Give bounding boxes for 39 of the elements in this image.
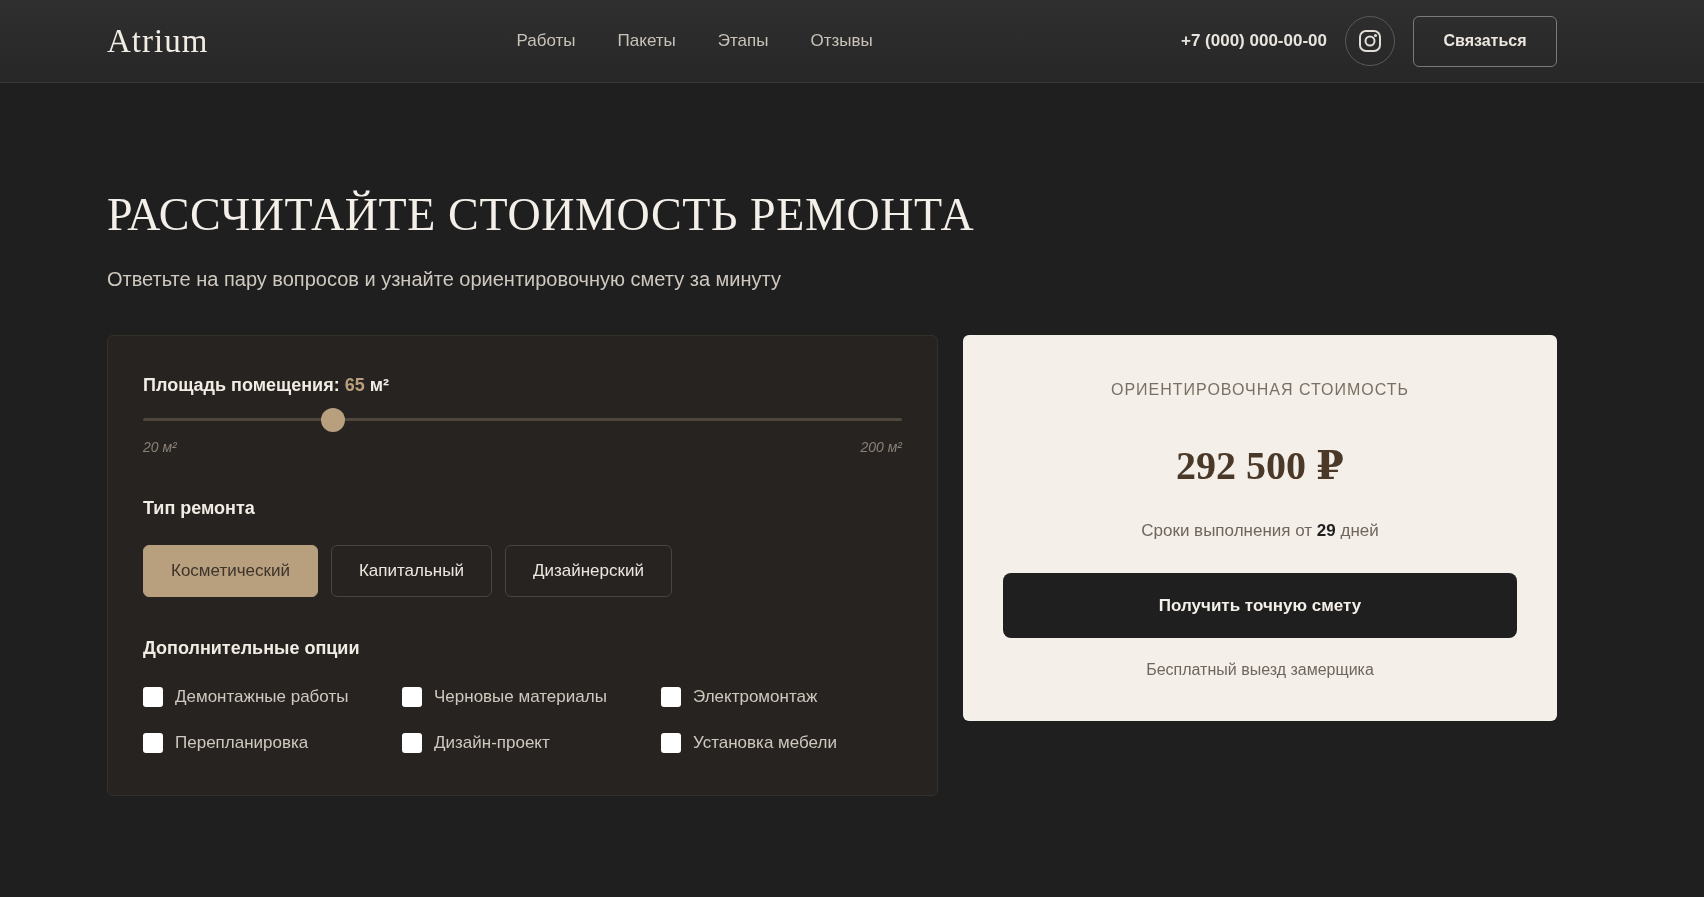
checkbox-label[interactable]: Электромонтаж <box>693 685 818 709</box>
extras-label: Дополнительные опции <box>143 637 361 660</box>
checkbox[interactable] <box>143 687 163 707</box>
checkbox-label[interactable]: Установка мебели <box>693 731 837 755</box>
estimate-price: 292 500 ₽ <box>1176 442 1344 489</box>
checkbox[interactable] <box>661 733 681 753</box>
estimate-note: Бесплатный выезд замерщика <box>1146 661 1374 679</box>
social-link[interactable] <box>1345 16 1395 66</box>
checkbox[interactable] <box>143 733 163 753</box>
nav-link[interactable]: Работы <box>516 31 576 51</box>
estimate-label: ОРИЕНТИРОВОЧНАЯ СТОИМОСТЬ <box>1110 381 1410 399</box>
repair-type-option[interactable]: Дизайнерский <box>504 545 672 597</box>
repair-type-option[interactable]: Косметический <box>143 545 318 597</box>
nav-link[interactable]: Отзывы <box>810 31 873 51</box>
get-estimate-button[interactable]: Получить точную смету <box>1003 573 1517 638</box>
checkbox-label[interactable]: Перепланировка <box>175 731 309 755</box>
checkbox[interactable] <box>402 733 422 753</box>
checkbox-label[interactable]: Демонтажные работы <box>175 685 349 709</box>
nav-link[interactable]: Пакеты <box>617 31 676 51</box>
slider-thumb[interactable] <box>320 407 345 432</box>
page-subtitle: Ответьте на пару вопросов и узнайте ориентировочную смету за минуту <box>107 267 782 292</box>
nav-link[interactable]: Этапы <box>717 31 769 51</box>
range-min-label: 20 м² <box>143 439 177 455</box>
area-value: 65 <box>344 374 365 397</box>
phone-link[interactable]: +7 (000) 000-00-00 <box>1180 31 1327 51</box>
checkbox-label[interactable]: Черновые материалы <box>434 685 607 709</box>
area-label: Площадь помещения: <box>143 374 340 397</box>
area-unit: м² <box>369 374 389 397</box>
range-max-label: 200 м² <box>860 439 902 455</box>
repair-type-label: Тип ремонта <box>143 497 256 520</box>
logo[interactable]: Atrium <box>107 22 209 60</box>
contact-button[interactable]: Связаться <box>1413 15 1557 67</box>
checkbox[interactable] <box>402 687 422 707</box>
repair-type-option[interactable]: Капитальный <box>330 545 492 597</box>
checkbox[interactable] <box>661 687 681 707</box>
checkbox-label[interactable]: Дизайн-проект <box>434 731 550 755</box>
page-title: РАССЧИТАЙТЕ СТОИМОСТЬ РЕМОНТА <box>107 189 976 241</box>
camera-icon <box>1359 30 1381 52</box>
duration-text: Сроки выполнения от 29 дней <box>1141 521 1379 541</box>
